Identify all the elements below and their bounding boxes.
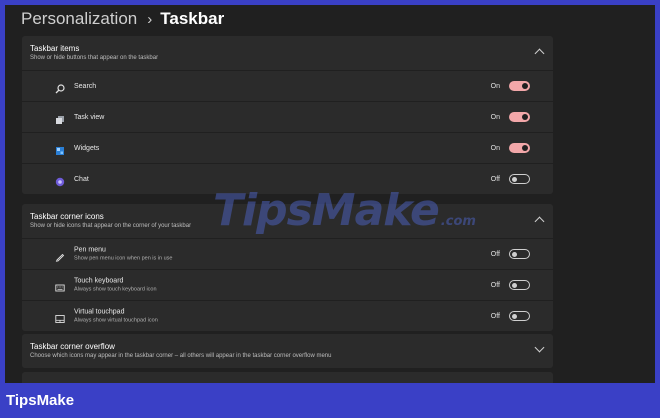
setting-row-task-view: Task view On	[22, 101, 553, 132]
setting-label: Touch keyboard	[74, 277, 124, 285]
site-logo: TipsMake	[6, 392, 75, 409]
next-section-card	[22, 372, 553, 383]
pen-menu-toggle[interactable]	[509, 249, 530, 259]
setting-label: Widgets	[74, 144, 100, 152]
setting-description: Always show virtual touchpad icon	[74, 317, 158, 324]
task-view-toggle[interactable]	[509, 112, 530, 122]
setting-row-chat: Chat Off	[22, 163, 553, 194]
page-title: Taskbar	[160, 9, 225, 28]
setting-row-touch-keyboard: Touch keyboard Always show touch keyboar…	[22, 269, 553, 300]
setting-label: Pen menu	[74, 246, 106, 254]
setting-row-virtual-touchpad: Virtual touchpad Always show virtual tou…	[22, 300, 553, 331]
setting-text: Pen menu Show pen menu icon when pen is …	[74, 246, 172, 263]
toggle-state: On	[490, 144, 500, 152]
section-description: Show or hide icons that appear on the co…	[30, 223, 192, 229]
brand-footer: TipsMake	[0, 383, 660, 418]
section-title: Taskbar items	[30, 44, 80, 53]
search-icon	[55, 81, 65, 94]
setting-row-widgets: Widgets On	[22, 132, 553, 163]
breadcrumb-personalization[interactable]: Personalization	[21, 9, 137, 29]
section-title: Taskbar corner icons	[30, 212, 104, 221]
corner-icons-header[interactable]: Taskbar corner icons Show or hide icons …	[22, 204, 553, 238]
toggle-state: Off	[490, 250, 500, 258]
widgets-toggle[interactable]	[509, 143, 530, 153]
chat-toggle[interactable]	[509, 174, 530, 184]
breadcrumb-separator: ›	[147, 10, 153, 28]
toggle-state: Off	[490, 175, 500, 183]
setting-row-pen-menu: Pen menu Show pen menu icon when pen is …	[22, 238, 553, 269]
chat-icon	[55, 174, 65, 187]
corner-overflow-section: Taskbar corner overflow Choose which ico…	[22, 334, 553, 368]
toggle-state: Off	[490, 312, 500, 320]
taskbar-items-header[interactable]: Taskbar items Show or hide buttons that …	[22, 36, 553, 70]
toggle-state: On	[490, 113, 500, 121]
setting-label: Search	[74, 82, 97, 90]
toggle-state: Off	[490, 281, 500, 289]
setting-label: Task view	[74, 113, 105, 121]
search-toggle[interactable]	[509, 81, 530, 91]
corner-overflow-header[interactable]: Taskbar corner overflow Choose which ico…	[22, 334, 553, 368]
corner-icons-section: Taskbar corner icons Show or hide icons …	[22, 204, 553, 331]
setting-text: Touch keyboard Always show touch keyboar…	[74, 277, 157, 294]
virtual-touchpad-toggle[interactable]	[509, 311, 530, 321]
setting-row-search: Search On	[22, 70, 553, 101]
widgets-icon	[55, 143, 65, 155]
settings-window: Personalization › Taskbar Taskbar items …	[5, 5, 655, 383]
touch-keyboard-toggle[interactable]	[509, 280, 530, 290]
touchpad-icon	[55, 311, 65, 323]
breadcrumb: Personalization › Taskbar	[21, 7, 224, 31]
keyboard-icon	[55, 280, 65, 292]
toggle-state: On	[490, 82, 500, 90]
taskbar-items-section: Taskbar items Show or hide buttons that …	[22, 36, 553, 194]
section-description: Choose which icons may appear in the tas…	[30, 353, 332, 359]
section-description: Show or hide buttons that appear on the …	[30, 55, 159, 61]
task-view-icon	[55, 112, 65, 124]
setting-text: Virtual touchpad Always show virtual tou…	[74, 308, 158, 325]
setting-label: Virtual touchpad	[74, 308, 125, 316]
section-title: Taskbar corner overflow	[30, 342, 115, 351]
pen-icon	[55, 249, 65, 262]
setting-description: Always show touch keyboard icon	[74, 286, 157, 293]
setting-description: Show pen menu icon when pen is in use	[74, 255, 173, 262]
setting-label: Chat	[74, 175, 89, 183]
